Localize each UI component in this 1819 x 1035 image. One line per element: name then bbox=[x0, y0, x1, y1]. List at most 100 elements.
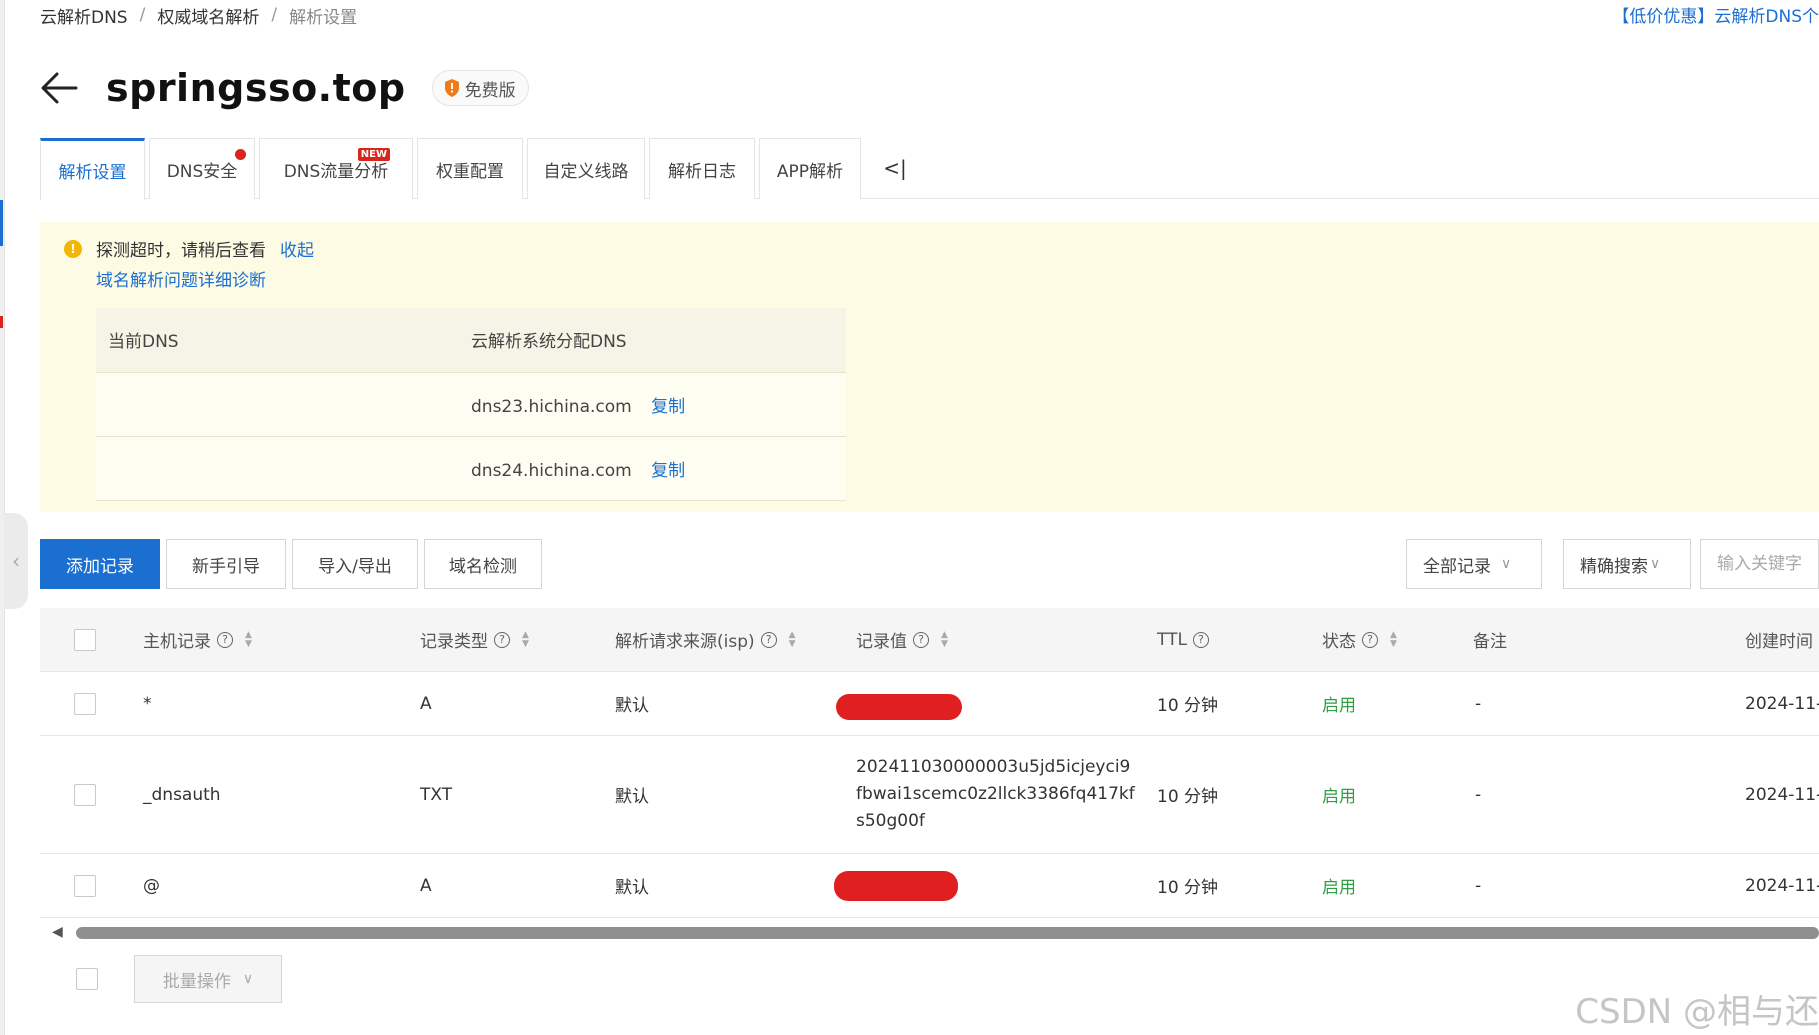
column-label: 记录类型 bbox=[420, 632, 488, 652]
copy-button[interactable]: 复制 bbox=[651, 397, 685, 417]
tab-resolve-settings[interactable]: 解析设置 bbox=[40, 138, 145, 200]
tab-dns-security[interactable]: DNS安全 bbox=[149, 138, 255, 199]
page-header: springsso.top 免费版 bbox=[40, 58, 529, 118]
copy-button[interactable]: 复制 bbox=[651, 461, 685, 481]
records-toolbar: 添加记录 新手引导 导入/导出 域名检测 全部记录 ∨ 精确搜索 ∨ bbox=[40, 539, 1819, 589]
scroll-left-icon[interactable]: ◀ bbox=[52, 924, 63, 940]
assigned-dns-cell: dns23.hichina.com 复制 bbox=[471, 372, 846, 437]
column-isp[interactable]: 解析请求来源(isp) ? ▲ ▼ bbox=[615, 608, 796, 671]
breadcrumb-item-authoritative[interactable]: 权威域名解析 bbox=[157, 3, 259, 28]
dns-table-row: dns23.hichina.com 复制 bbox=[96, 372, 846, 437]
current-dns-cell bbox=[96, 436, 471, 501]
search-mode-value: 精确搜索 bbox=[1580, 556, 1648, 577]
promo-link[interactable]: 【低价优惠】云解析DNS个 bbox=[1612, 2, 1819, 27]
row-checkbox[interactable] bbox=[74, 783, 96, 806]
record-value-text: 202411030000003u5jd5icjeyci9fbwai1scemc0… bbox=[856, 757, 1135, 831]
bulk-action-label: 批量操作 bbox=[162, 971, 231, 992]
status-cell: 启用 bbox=[1322, 787, 1356, 807]
redacted-value bbox=[836, 694, 962, 720]
assigned-dns-value: dns24.hichina.com bbox=[471, 460, 632, 481]
record-filter-select[interactable]: 全部记录 ∨ bbox=[1406, 539, 1542, 589]
type-cell: TXT bbox=[420, 784, 453, 805]
column-type[interactable]: 记录类型 ? ▲ ▼ bbox=[420, 608, 529, 671]
chevron-down-icon: ∨ bbox=[242, 971, 254, 987]
status-cell: 启用 bbox=[1322, 696, 1356, 716]
back-button[interactable] bbox=[40, 67, 82, 109]
help-icon[interactable]: ? bbox=[494, 631, 510, 648]
breadcrumb-item-cloud-dns[interactable]: 云解析DNS bbox=[40, 3, 128, 28]
help-icon[interactable]: ? bbox=[760, 631, 777, 648]
sort-icon[interactable]: ▲ ▼ bbox=[789, 630, 796, 649]
sort-icon[interactable]: ▲ ▼ bbox=[941, 630, 948, 649]
dns-alert-panel: ! 探测超时，请稍后查看 收起 域名解析问题详细诊断 当前DNS 云解析系统分配… bbox=[40, 222, 1819, 512]
scrollbar-thumb[interactable] bbox=[76, 927, 1819, 939]
tab-label: 解析日志 bbox=[668, 161, 736, 182]
tab-resolve-log[interactable]: 解析日志 bbox=[649, 138, 755, 199]
column-created: 创建时间 bbox=[1745, 608, 1813, 671]
dns-table-row: dns24.hichina.com 复制 bbox=[96, 436, 846, 501]
shield-icon bbox=[443, 78, 461, 98]
tab-custom-line[interactable]: 自定义线路 bbox=[527, 138, 645, 199]
tab-label: APP解析 bbox=[776, 161, 844, 182]
column-label: 解析请求来源(isp) bbox=[615, 632, 755, 652]
row-checkbox[interactable] bbox=[74, 874, 96, 897]
type-cell: A bbox=[420, 693, 432, 714]
help-icon[interactable]: ? bbox=[913, 631, 929, 648]
tab-weight-config[interactable]: 权重配置 bbox=[417, 138, 523, 199]
status-cell: 启用 bbox=[1322, 878, 1356, 898]
keyword-search-input[interactable] bbox=[1700, 539, 1819, 589]
sidebar-expand-button[interactable]: ‹ bbox=[4, 513, 28, 609]
domain-check-button[interactable]: 域名检测 bbox=[424, 539, 542, 589]
current-dns-header: 当前DNS bbox=[96, 308, 471, 373]
help-icon[interactable]: ? bbox=[217, 631, 233, 648]
current-dns-cell bbox=[96, 372, 471, 437]
row-select-cell bbox=[74, 854, 96, 917]
select-all-checkbox[interactable] bbox=[74, 628, 96, 651]
ttl-cell: 10 分钟 bbox=[1157, 696, 1219, 716]
horizontal-scrollbar[interactable]: ◀ bbox=[50, 924, 1819, 940]
search-mode-select[interactable]: 精确搜索 ∨ bbox=[1563, 539, 1691, 589]
isp-cell: 默认 bbox=[615, 878, 649, 898]
column-host[interactable]: 主机记录 ? ▲ ▼ bbox=[143, 608, 252, 671]
page-title: springsso.top bbox=[106, 66, 406, 110]
host-cell: @ bbox=[143, 875, 160, 896]
import-export-button[interactable]: 导入/导出 bbox=[292, 539, 418, 589]
collapse-link[interactable]: 收起 bbox=[280, 236, 314, 261]
column-label: 备注 bbox=[1473, 632, 1507, 652]
column-value[interactable]: 记录值 ? ▲ ▼ bbox=[856, 608, 948, 671]
table-row: * A 默认 10 分钟 启用 - 2024-11- bbox=[40, 672, 1819, 736]
note-cell: - bbox=[1475, 875, 1482, 896]
column-label: 主机记录 bbox=[143, 632, 211, 652]
diagnose-link[interactable]: 域名解析问题详细诊断 bbox=[96, 266, 266, 291]
plan-badge-label: 免费版 bbox=[464, 80, 516, 101]
created-cell: 2024-11- bbox=[1745, 784, 1819, 805]
row-select-cell bbox=[74, 672, 96, 735]
bulk-action-button[interactable]: 批量操作 ∨ bbox=[134, 955, 282, 1003]
guide-button[interactable]: 新手引导 bbox=[166, 539, 286, 589]
help-icon[interactable]: ? bbox=[1192, 631, 1209, 648]
value-cell: 202411030000003u5jd5icjeyci9fbwai1scemc0… bbox=[856, 736, 1136, 853]
column-note: 备注 bbox=[1473, 608, 1507, 671]
records-table: 主机记录 ? ▲ ▼ 记录类型 ? ▲ ▼ 解析请求来源(isp) ? ▲ ▼ 记录值… bbox=[40, 608, 1819, 918]
tab-app-resolve[interactable]: APP解析 bbox=[759, 138, 861, 199]
type-cell: A bbox=[420, 875, 432, 896]
row-checkbox[interactable] bbox=[74, 692, 96, 715]
sort-icon[interactable]: ▲ ▼ bbox=[245, 630, 252, 649]
isp-cell: 默认 bbox=[615, 696, 649, 716]
dns-server-table: 当前DNS 云解析系统分配DNS dns23.hichina.com 复制 dn… bbox=[96, 308, 846, 501]
tab-dns-traffic-analysis[interactable]: DNS流量分析 NEW bbox=[259, 138, 413, 199]
redacted-value bbox=[834, 871, 958, 901]
column-status[interactable]: 状态 ? ▲ ▼ bbox=[1322, 608, 1397, 671]
tab-label: 自定义线路 bbox=[543, 161, 629, 182]
sort-icon[interactable]: ▲ ▼ bbox=[522, 630, 529, 649]
sort-icon[interactable]: ▲ ▼ bbox=[1390, 630, 1397, 649]
column-label: 状态 bbox=[1322, 632, 1356, 652]
warning-icon: ! bbox=[64, 239, 82, 258]
add-record-button[interactable]: 添加记录 bbox=[40, 539, 160, 589]
bulk-select-checkbox[interactable] bbox=[76, 968, 98, 990]
assigned-dns-header: 云解析系统分配DNS bbox=[471, 308, 846, 373]
tabs-collapse-button[interactable]: <| bbox=[865, 138, 925, 198]
column-label: 创建时间 bbox=[1745, 632, 1813, 652]
assigned-dns-value: dns23.hichina.com bbox=[471, 396, 632, 417]
help-icon[interactable]: ? bbox=[1362, 631, 1378, 648]
